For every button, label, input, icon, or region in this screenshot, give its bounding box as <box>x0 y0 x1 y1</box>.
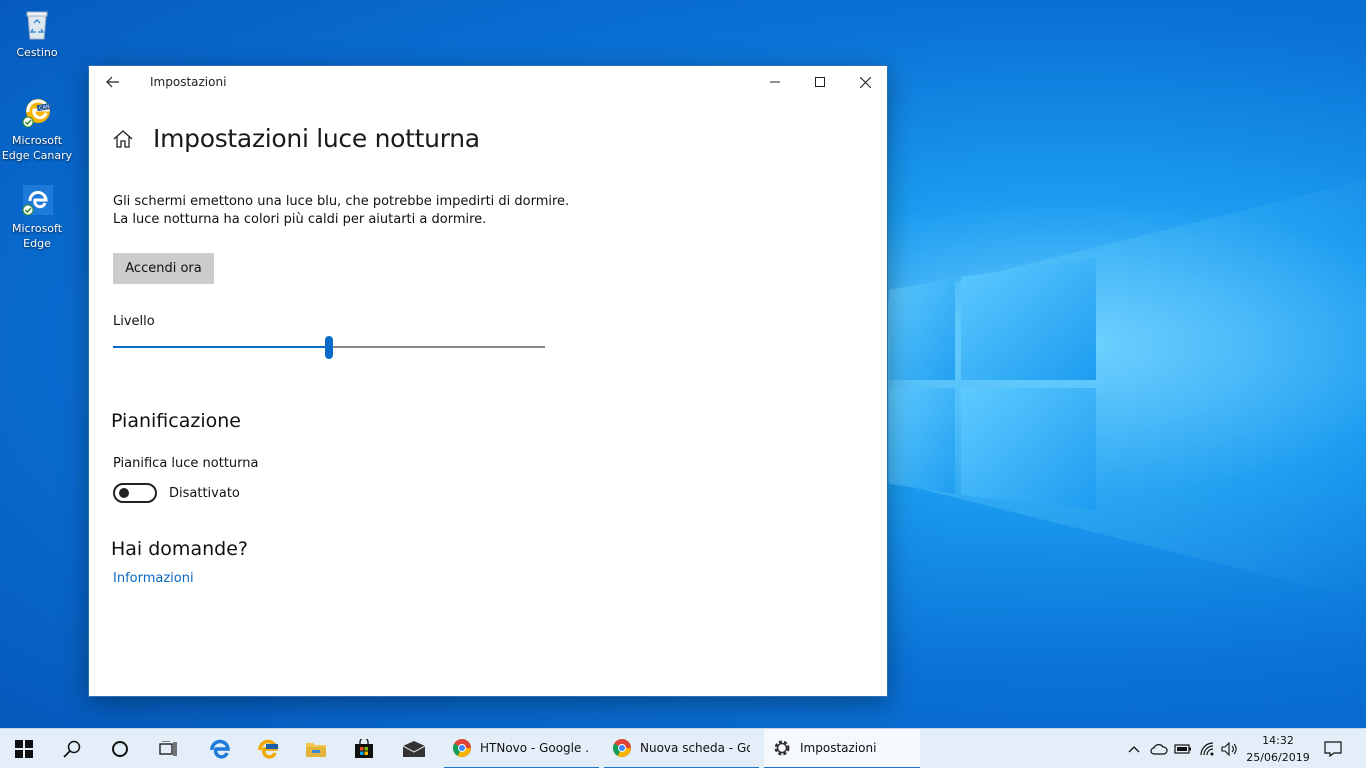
home-icon[interactable] <box>111 127 135 151</box>
task-view-icon <box>159 741 177 756</box>
slider-thumb[interactable] <box>325 336 333 359</box>
wifi-icon <box>1200 742 1214 756</box>
chevron-up-icon <box>1128 746 1140 753</box>
desktop-icon-label: Microsoft Edge <box>11 222 63 250</box>
taskbar-app-settings[interactable]: Impostazioni <box>764 729 920 768</box>
taskbar-clock[interactable]: 14:32 25/06/2019 <box>1245 732 1311 766</box>
title-bar[interactable]: Impostazioni <box>89 66 887 98</box>
onedrive-tray-icon[interactable] <box>1149 739 1169 759</box>
description-line: La luce notturna ha colori più caldi per… <box>113 212 487 227</box>
maximize-button[interactable] <box>797 66 843 98</box>
gear-icon <box>774 740 790 756</box>
back-button[interactable] <box>95 66 131 98</box>
taskbar-edge-button[interactable] <box>196 729 244 768</box>
schedule-toggle-state: Disattivato <box>169 486 240 501</box>
description-line: Gli schermi emettono una luce blu, che p… <box>113 194 570 209</box>
speaker-icon <box>1221 742 1237 756</box>
clock-date: 25/06/2019 <box>1246 751 1310 764</box>
night-light-description: Gli schermi emettono una luce blu, che p… <box>113 193 583 229</box>
taskbar-app-chrome-htnovo[interactable]: HTNovo - Google ... <box>444 729 599 768</box>
settings-window: Impostazioni Impostazioni luce notturna … <box>88 65 888 697</box>
volume-tray-icon[interactable] <box>1220 739 1240 759</box>
minimize-icon <box>770 81 780 83</box>
taskbar-file-explorer-button[interactable] <box>292 729 340 768</box>
taskbar-app-label: Impostazioni <box>800 741 877 755</box>
desktop-icon-label: Cestino <box>16 46 58 59</box>
mail-icon <box>402 741 426 757</box>
store-icon <box>355 739 373 758</box>
toggle-knob <box>119 488 129 498</box>
desktop-icon-edge[interactable]: Microsoft Edge <box>0 183 74 251</box>
show-hidden-icons-button[interactable] <box>1124 739 1144 759</box>
close-icon <box>859 76 871 88</box>
maximize-icon <box>815 77 825 87</box>
taskbar-app-label: Nuova scheda - Go... <box>640 741 750 755</box>
turn-on-now-button[interactable]: Accendi ora <box>113 253 214 284</box>
taskbar-app-label: HTNovo - Google ... <box>480 741 590 755</box>
slider-fill <box>113 346 329 348</box>
battery-tray-icon[interactable] <box>1173 739 1193 759</box>
folder-icon <box>306 743 326 757</box>
minimize-button[interactable] <box>752 66 798 98</box>
recycle-bin-icon <box>19 7 55 43</box>
task-view-button[interactable] <box>144 729 192 768</box>
window-title: Impostazioni <box>150 75 227 89</box>
schedule-label: Pianifica luce notturna <box>113 456 259 471</box>
page-title: Impostazioni luce notturna <box>153 124 480 153</box>
taskbar-edge-canary-button[interactable] <box>244 729 292 768</box>
taskbar-app-chrome-new-tab[interactable]: Nuova scheda - Go... <box>604 729 759 768</box>
edge-canary-icon: CAN <box>19 95 55 131</box>
notification-icon <box>1324 741 1342 757</box>
page-header: Impostazioni luce notturna <box>111 124 480 153</box>
info-link[interactable]: Informazioni <box>113 571 194 586</box>
faq-heading: Hai domande? <box>111 538 248 560</box>
network-tray-icon[interactable] <box>1198 739 1218 759</box>
edge-icon <box>210 739 230 759</box>
taskbar: HTNovo - Google ... Nuova scheda - Go...… <box>0 728 1366 768</box>
action-center-button[interactable] <box>1323 739 1343 759</box>
desktop-icon-recycle-bin[interactable]: Cestino <box>0 7 74 60</box>
cortana-icon <box>112 741 128 757</box>
search-icon <box>63 740 81 758</box>
search-button[interactable] <box>48 729 96 768</box>
desktop-icon-edge-canary[interactable]: CAN Microsoft Edge Canary <box>0 95 74 163</box>
level-slider[interactable] <box>113 336 545 360</box>
level-label: Livello <box>113 314 155 329</box>
schedule-toggle[interactable] <box>113 483 157 503</box>
chrome-icon <box>452 739 471 757</box>
schedule-heading: Pianificazione <box>111 410 241 432</box>
cortana-button[interactable] <box>96 729 144 768</box>
desktop-icon-label: Microsoft Edge Canary <box>1 134 73 162</box>
chrome-icon <box>612 739 631 757</box>
start-button[interactable] <box>0 729 48 768</box>
close-button[interactable] <box>842 66 888 98</box>
clock-time: 14:32 <box>1262 734 1294 747</box>
taskbar-store-button[interactable] <box>340 729 388 768</box>
battery-icon <box>1174 744 1191 754</box>
taskbar-mail-button[interactable] <box>390 729 438 768</box>
windows-logo-icon <box>15 740 33 758</box>
arrow-left-icon <box>106 76 119 88</box>
cloud-icon <box>1150 744 1168 755</box>
edge-canary-icon <box>258 739 278 759</box>
edge-icon <box>19 183 55 219</box>
